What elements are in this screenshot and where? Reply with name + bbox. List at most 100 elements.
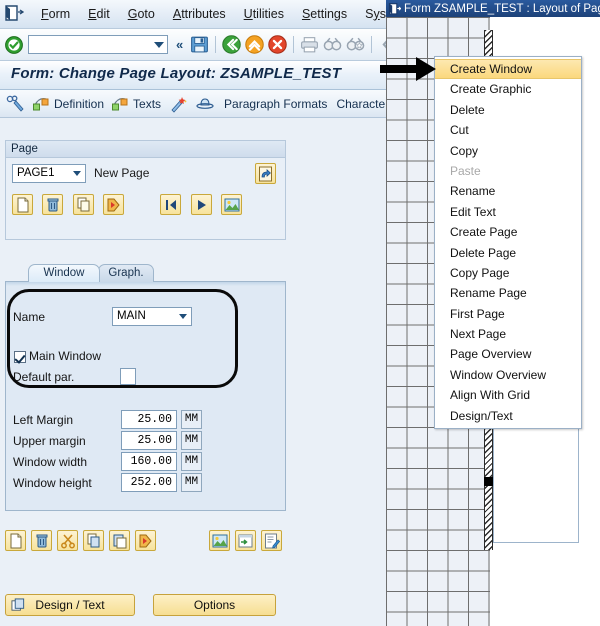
- page-button-row: [12, 194, 243, 215]
- transaction-title-bar: Form: Change Page Layout: ZSAMPLE_TEST: [0, 61, 386, 90]
- chevron-down-icon[interactable]: [154, 42, 164, 48]
- context-menu: Create Window Create Graphic Delete Cut …: [434, 56, 582, 430]
- app-tool-magic[interactable]: [168, 95, 188, 113]
- app-tool-paragraph-formats[interactable]: Paragraph Formats: [222, 97, 327, 111]
- app-tool-character-formats[interactable]: Characte: [334, 97, 385, 111]
- menu-item-copy[interactable]: Copy: [435, 141, 581, 161]
- menu-item-form[interactable]: Form: [32, 0, 79, 29]
- command-field[interactable]: [28, 35, 168, 54]
- copy-page-icon[interactable]: [72, 194, 94, 215]
- window-name-select[interactable]: MAIN: [112, 307, 192, 326]
- back-green-icon[interactable]: [221, 34, 242, 55]
- design-text-button[interactable]: Design / Text: [5, 594, 135, 616]
- menu-item-edit[interactable]: Edit: [79, 0, 119, 29]
- find-next-icon[interactable]: [345, 34, 366, 55]
- menu-item-design-text[interactable]: Design/Text: [435, 406, 581, 426]
- edit-text-icon[interactable]: [261, 530, 282, 551]
- window-height-input[interactable]: 252.00: [121, 473, 177, 492]
- menu-item-goto-rest: oto: [137, 6, 155, 21]
- app-tool-texts[interactable]: Texts: [111, 95, 161, 113]
- command-expand-icon[interactable]: «: [176, 37, 183, 52]
- app-tool-paragraph-formats-label: Paragraph Formats: [224, 96, 328, 111]
- exit-up-orange-icon[interactable]: [244, 34, 265, 55]
- menu-item-cut[interactable]: Cut: [435, 120, 581, 140]
- paste-icon[interactable]: [109, 530, 130, 551]
- create-page-icon[interactable]: [12, 194, 33, 215]
- left-margin-unit: MM: [181, 410, 202, 429]
- menu-item-create-window[interactable]: Create Window: [435, 59, 581, 80]
- menu-item-page-overview[interactable]: Page Overview: [435, 344, 581, 364]
- menu-item-create-page[interactable]: Create Page: [435, 222, 581, 242]
- first-page-icon[interactable]: [377, 34, 386, 55]
- menu-item-window-overview[interactable]: Window Overview: [435, 365, 581, 385]
- menu-item-delete[interactable]: Delete: [435, 100, 581, 120]
- new-icon[interactable]: [5, 530, 26, 551]
- window-height-unit: MM: [181, 473, 202, 492]
- left-margin-input[interactable]: 25.00: [121, 410, 177, 429]
- app-tool-hat[interactable]: [195, 95, 215, 113]
- tab-window[interactable]: Window: [28, 264, 100, 282]
- window-width-input[interactable]: 160.00: [121, 452, 177, 471]
- menu-item-settings-rest: ettings: [310, 6, 348, 21]
- menu-item-rename[interactable]: Rename: [435, 181, 581, 201]
- menu-item-form-rest: orm: [48, 6, 71, 21]
- definition-icon: [33, 97, 49, 110]
- menu-item-rename-page[interactable]: Rename Page: [435, 283, 581, 303]
- page-select[interactable]: PAGE1: [12, 164, 86, 183]
- menu-bar: Form Edit Goto Attributes Utilities Sett…: [0, 0, 386, 29]
- menu-item-settings[interactable]: Settings: [293, 0, 356, 29]
- grid-resize-handle[interactable]: [484, 477, 493, 486]
- cut-scissors-icon[interactable]: [57, 530, 78, 551]
- default-par-field[interactable]: [120, 368, 136, 385]
- find-icon[interactable]: [322, 34, 343, 55]
- enter-ok-icon[interactable]: [4, 35, 24, 55]
- main-window-label: Main Window: [29, 349, 102, 363]
- print-icon[interactable]: [299, 34, 320, 55]
- rename-page-icon[interactable]: [103, 194, 125, 215]
- app-tool-definition[interactable]: Definition: [32, 95, 104, 113]
- graphic-icon[interactable]: [209, 530, 230, 551]
- hat-icon: [196, 97, 214, 109]
- delete-page-icon[interactable]: [42, 194, 64, 215]
- save-icon[interactable]: [189, 34, 210, 55]
- app-tool-texts-label: Texts: [133, 96, 162, 111]
- menu-item-system[interactable]: System: [356, 0, 386, 29]
- menu-item-create-graphic[interactable]: Create Graphic: [435, 79, 581, 99]
- copy-icon[interactable]: [83, 530, 104, 551]
- menu-item-attributes[interactable]: Attributes: [164, 0, 235, 29]
- system-menu-icon[interactable]: [4, 5, 26, 23]
- upper-margin-input[interactable]: 25.00: [121, 431, 177, 450]
- next-page-icon[interactable]: [190, 194, 212, 215]
- rename-icon[interactable]: [135, 530, 156, 551]
- page-group-box: Page PAGE1 New Page: [5, 140, 286, 240]
- application-toolbar: Definition Texts Paragraph Formats Chara…: [0, 90, 386, 118]
- tab-panel-topline: [6, 282, 285, 286]
- delete-trash-icon[interactable]: [31, 530, 52, 551]
- window-name-value: MAIN: [117, 310, 146, 322]
- layout-window-title: Form ZSAMPLE_TEST : Layout of Pag: [404, 2, 600, 15]
- menu-item-first-page[interactable]: First Page: [435, 304, 581, 324]
- app-tool-binoculars[interactable]: [5, 95, 25, 113]
- options-button[interactable]: Options: [153, 594, 276, 616]
- design-text-button-label: Design / Text: [35, 598, 105, 612]
- menu-item-utilities[interactable]: Utilities: [235, 0, 293, 29]
- menu-item-align-with-grid[interactable]: Align With Grid: [435, 385, 581, 405]
- chevron-down-icon[interactable]: [73, 171, 81, 176]
- cancel-red-icon[interactable]: [267, 34, 288, 55]
- menu-item-copy-page[interactable]: Copy Page: [435, 263, 581, 283]
- main-window-checkbox[interactable]: [14, 351, 26, 363]
- toolbar-separator-3: [371, 36, 373, 53]
- menu-item-edit-text[interactable]: Edit Text: [435, 202, 581, 222]
- first-page-icon[interactable]: [160, 194, 182, 215]
- menu-item-delete-page[interactable]: Delete Page: [435, 243, 581, 263]
- page-title: Form: Change Page Layout: ZSAMPLE_TEST: [11, 65, 342, 82]
- tab-graph[interactable]: Graph.: [98, 264, 154, 282]
- app-tool-character-formats-label: Characte: [336, 96, 386, 111]
- chevron-down-icon[interactable]: [179, 314, 187, 319]
- page-refresh-icon[interactable]: [255, 163, 276, 184]
- graphic-icon[interactable]: [221, 194, 243, 215]
- menu-item-goto[interactable]: Goto: [119, 0, 164, 29]
- insert-window-icon[interactable]: [235, 530, 256, 551]
- menu-item-next-page[interactable]: Next Page: [435, 324, 581, 344]
- page-description: New Page: [94, 166, 150, 180]
